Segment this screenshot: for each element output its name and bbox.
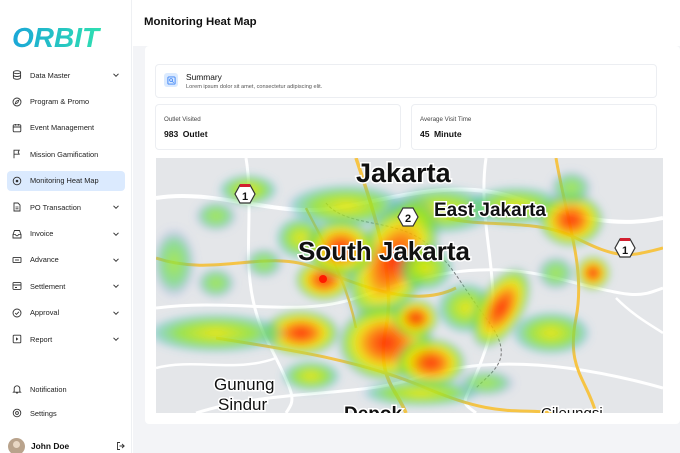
chevron-down-icon — [113, 284, 119, 289]
sidebar-item-label: Data Master — [30, 70, 71, 80]
map-label-east-jakarta: East Jakarta — [434, 200, 546, 221]
heat-map-canvas: Jakarta East Jakarta South Jakarta Gunun… — [156, 158, 663, 413]
logout-icon[interactable] — [116, 441, 126, 451]
chevron-down-icon — [113, 337, 119, 342]
sidebar: ORBIT Data Master Program & Promo Event … — [0, 0, 132, 453]
chevron-down-icon — [113, 73, 119, 78]
sidebar-item-notification[interactable]: Notification — [0, 379, 132, 399]
sidebar-item-label: Advance — [30, 255, 59, 265]
compass-icon — [12, 97, 22, 107]
report-icon — [12, 334, 22, 344]
average-visit-time-card: Average Visit Time 45 Minute — [411, 104, 657, 150]
map-label-jakarta: Jakarta — [356, 158, 452, 188]
sidebar-item-label: Program & Promo — [30, 97, 90, 107]
sidebar-item-label: Settings — [30, 408, 57, 418]
inbox-icon — [12, 229, 22, 239]
stat-value: 45 Minute — [420, 129, 462, 139]
sidebar-item-label: Event Management — [30, 123, 95, 133]
map-label-cileungsi: Cileungsi — [541, 405, 603, 413]
sidebar-item-po-transaction[interactable]: PO Transaction — [0, 194, 132, 220]
summary-title: Summary — [186, 72, 222, 82]
svg-text:2: 2 — [405, 213, 411, 225]
user-name: John Doe — [31, 441, 70, 451]
page-title: Monitoring Heat Map — [144, 16, 257, 28]
heat-map[interactable]: Jakarta East Jakarta South Jakarta Gunun… — [156, 158, 663, 413]
stat-label: Outlet Visited — [164, 116, 201, 123]
sidebar-item-settings[interactable]: Settings — [0, 403, 132, 423]
svg-text:ORBIT: ORBIT — [12, 22, 102, 53]
flag-icon — [12, 149, 22, 159]
sidebar-item-settlement[interactable]: Settlement — [0, 273, 132, 299]
stat-label: Average Visit Time — [420, 116, 472, 123]
sidebar-item-advance[interactable]: Advance — [0, 247, 132, 273]
route-shield-2: 2 — [397, 207, 419, 227]
summary-description: Lorem ipsum dolor sit amet, consectetur … — [186, 84, 323, 90]
sidebar-item-event-management[interactable]: Event Management — [0, 115, 132, 141]
sidebar-item-label: Notification — [30, 384, 67, 394]
svg-text:1: 1 — [622, 245, 628, 257]
sidebar-item-approval[interactable]: Approval — [0, 300, 132, 326]
chevron-down-icon — [113, 205, 119, 210]
summary-icon — [164, 73, 178, 87]
outlet-visited-card: Outlet Visited 983 Outlet — [155, 104, 401, 150]
sidebar-item-label: PO Transaction — [30, 202, 81, 212]
map-label-south-jakarta: South Jakarta — [298, 236, 470, 266]
map-label-depok: Depok — [344, 404, 403, 413]
cash-icon — [12, 255, 22, 265]
sidebar-nav: Data Master Program & Promo Event Manage… — [0, 62, 132, 352]
sidebar-item-invoice[interactable]: Invoice — [0, 220, 132, 246]
chevron-down-icon — [113, 311, 119, 315]
sidebar-item-monitoring-heat-map[interactable]: Monitoring Heat Map — [0, 168, 132, 194]
sidebar-item-label: Invoice — [30, 229, 54, 239]
sidebar-item-report[interactable]: Report — [0, 326, 132, 352]
user-profile[interactable]: John Doe — [8, 436, 128, 453]
document-icon — [12, 202, 22, 212]
sidebar-item-label: Settlement — [30, 281, 66, 291]
sidebar-item-label: Mission Gamification — [30, 149, 99, 159]
check-circle-icon — [12, 308, 22, 318]
sidebar-item-label: Monitoring Heat Map — [30, 176, 99, 186]
summary-card: Summary Lorem ipsum dolor sit amet, cons… — [155, 64, 657, 98]
card-icon — [12, 281, 22, 291]
sidebar-item-data-master[interactable]: Data Master — [0, 62, 132, 88]
heat-hotspot — [319, 275, 327, 283]
chevron-down-icon — [113, 258, 119, 262]
sidebar-item-label: Approval — [30, 308, 60, 318]
orbit-logo[interactable]: ORBIT — [12, 20, 122, 54]
sidebar-item-program-promo[interactable]: Program & Promo — [0, 88, 132, 114]
bell-icon — [12, 384, 22, 394]
calendar-icon — [12, 123, 22, 133]
target-icon — [12, 176, 22, 186]
svg-text:1: 1 — [242, 191, 248, 203]
map-label-sindur: Sindur — [218, 395, 267, 413]
sidebar-item-mission-gamification[interactable]: Mission Gamification — [0, 141, 132, 167]
sidebar-item-label: Report — [30, 334, 53, 344]
chevron-down-icon — [113, 231, 119, 236]
gear-icon — [12, 408, 22, 418]
avatar — [8, 437, 25, 453]
map-label-gunung: Gunung — [214, 375, 275, 394]
database-icon — [12, 70, 22, 80]
stat-value: 983 Outlet — [164, 129, 208, 139]
